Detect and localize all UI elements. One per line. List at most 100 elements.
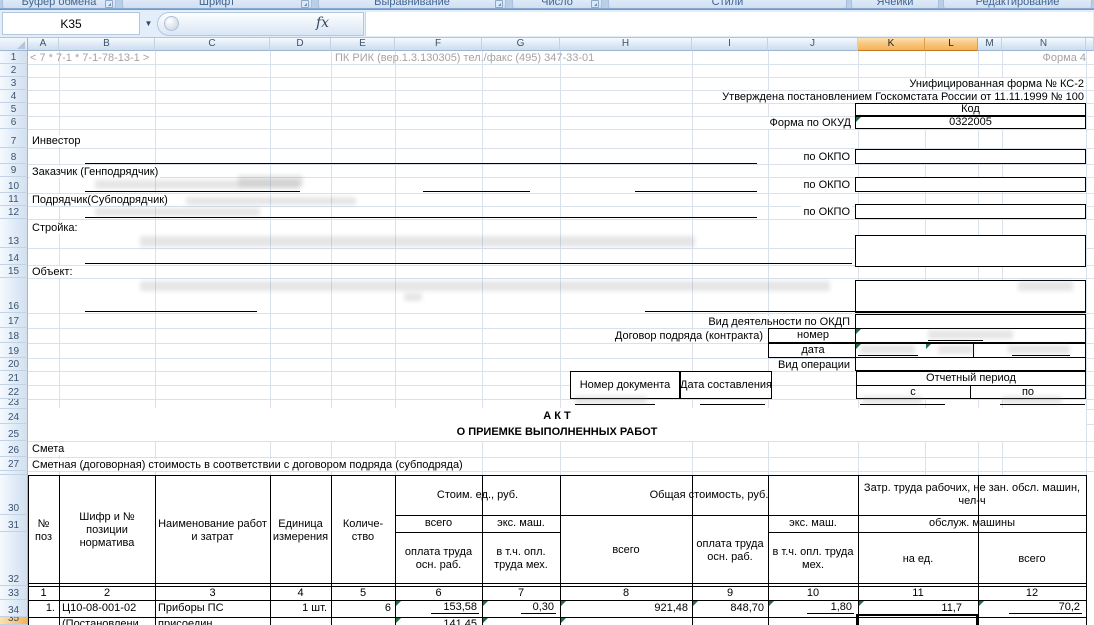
column-header-k[interactable]: K bbox=[858, 38, 925, 51]
cell-f35[interactable]: 141,45 bbox=[395, 618, 479, 625]
form-name-label[interactable]: Унифицированная форма № КС-2 bbox=[600, 78, 1086, 90]
row-header-25[interactable]: 25 bbox=[0, 424, 28, 441]
okud-value[interactable]: 0322005 bbox=[855, 116, 1086, 129]
row-header-18[interactable]: 18 bbox=[0, 328, 28, 343]
column-header-l[interactable]: L bbox=[925, 38, 978, 51]
investor-label[interactable]: Инвестор bbox=[30, 135, 83, 147]
okpo-label-3[interactable]: по ОКПО bbox=[752, 206, 852, 218]
akt-title[interactable]: А К Т bbox=[28, 409, 1086, 424]
cell-k34[interactable]: 11,7 bbox=[858, 602, 962, 614]
cell-n1-forma4[interactable]: Форма 4 bbox=[986, 52, 1086, 64]
th-vsego-mn[interactable]: всего bbox=[978, 532, 1086, 586]
okdp-label[interactable]: Вид деятельности по ОКДП bbox=[652, 316, 852, 328]
select-all-corner[interactable] bbox=[0, 38, 28, 51]
row-header-30[interactable]: 30 bbox=[0, 475, 28, 515]
th-oplata-i[interactable]: оплата труда осн. раб. bbox=[692, 515, 768, 586]
data-label[interactable]: дата bbox=[768, 343, 858, 358]
th-zatr[interactable]: Затр. труда рабочих, не зан. обсл. машин… bbox=[858, 475, 1086, 515]
row-header-27[interactable]: 27 bbox=[0, 457, 28, 471]
form-approved-label[interactable]: Утверждена постановлением Госкомстата Ро… bbox=[500, 91, 1086, 103]
row-header-13[interactable]: 13 bbox=[0, 219, 28, 248]
row-header-14[interactable]: 14 bbox=[0, 248, 28, 265]
data-sostavleniya-label[interactable]: Дата составления bbox=[680, 371, 772, 399]
table-column-number-2[interactable]: 2 bbox=[59, 586, 155, 600]
th-na-ed[interactable]: на ед. bbox=[858, 532, 978, 586]
row-header-11[interactable]: 11 bbox=[0, 193, 28, 206]
column-header-n[interactable]: N bbox=[1002, 38, 1086, 51]
row-header-1[interactable]: 1 bbox=[0, 51, 28, 64]
vid-operacii-label[interactable]: Вид операции bbox=[652, 359, 852, 371]
column-header-i[interactable]: I bbox=[692, 38, 768, 51]
th-shifr[interactable]: Шифр и № позиции норматива bbox=[59, 475, 155, 586]
dialog-launcher-icon[interactable] bbox=[301, 0, 309, 8]
okpo-label-2[interactable]: по ОКПО bbox=[752, 179, 852, 191]
dialog-launcher-icon[interactable] bbox=[591, 0, 599, 8]
table-column-number-3[interactable]: 3 bbox=[155, 586, 270, 600]
table-column-number-8[interactable]: 8 bbox=[560, 586, 692, 600]
column-header-j[interactable]: J bbox=[768, 38, 858, 51]
dialog-launcher-icon[interactable] bbox=[495, 0, 503, 8]
podryadchik-label[interactable]: Подрядчик(Субподрядчик) bbox=[30, 194, 170, 206]
zakazchik-label[interactable]: Заказчик (Генподрядчик) bbox=[30, 166, 161, 178]
smeta-label[interactable]: Смета bbox=[30, 443, 67, 455]
row-header-4[interactable]: 4 bbox=[0, 90, 28, 103]
th-vsego-f[interactable]: всего bbox=[395, 515, 482, 532]
cell-c34[interactable]: Приборы ПС bbox=[158, 602, 224, 614]
cell-i34[interactable]: 848,70 bbox=[692, 602, 764, 614]
row-header-6[interactable]: 6 bbox=[0, 116, 28, 129]
row-header-32[interactable]: 32 bbox=[0, 532, 28, 586]
cell-a1-code[interactable]: < 7 * 7-1 * 7-1-78-13-1 > bbox=[30, 52, 149, 64]
row-header-17[interactable]: 17 bbox=[0, 313, 28, 328]
obekt-label[interactable]: Объект: bbox=[30, 266, 75, 278]
formula-input[interactable] bbox=[365, 12, 1093, 36]
row-header-21[interactable]: 21 bbox=[0, 371, 28, 385]
row-header-20[interactable]: 20 bbox=[0, 358, 28, 371]
name-box[interactable]: K35 bbox=[2, 12, 140, 35]
table-column-number-5[interactable]: 5 bbox=[331, 586, 395, 600]
th-stoim-ed[interactable]: Стоим. ед., руб. bbox=[395, 475, 560, 515]
nomer-dokumenta-label[interactable]: Номер документа bbox=[570, 371, 680, 399]
th-obsluzh[interactable]: обслуж. машины bbox=[858, 515, 1086, 532]
th-eks-mash-g[interactable]: экс. маш. bbox=[482, 515, 560, 532]
th-oplata-f[interactable]: оплата труда осн. раб. bbox=[395, 532, 482, 586]
row-header-35[interactable]: 35 bbox=[0, 617, 28, 625]
cell-f34[interactable]: 153,58 bbox=[395, 601, 479, 614]
row-header-8[interactable]: 8 bbox=[0, 148, 28, 164]
row-header-22[interactable]: 22 bbox=[0, 385, 28, 399]
column-header-e[interactable]: E bbox=[331, 38, 395, 51]
nomer-label[interactable]: номер bbox=[768, 328, 858, 343]
kod-label[interactable]: Код bbox=[855, 103, 1086, 116]
column-header-d[interactable]: D bbox=[270, 38, 331, 51]
th-npos[interactable]: № поз bbox=[28, 475, 59, 586]
th-vtch-g[interactable]: в т.ч. опл. труда мех. bbox=[482, 532, 560, 586]
column-header-partial[interactable] bbox=[1086, 38, 1094, 51]
table-column-number-12[interactable]: 12 bbox=[978, 586, 1086, 600]
row-header-15[interactable]: 15 bbox=[0, 265, 28, 278]
row-header-34[interactable]: 34 bbox=[0, 600, 28, 617]
cell-a34[interactable]: 1. bbox=[28, 602, 55, 614]
row-header-2[interactable]: 2 bbox=[0, 64, 28, 77]
insert-function-button[interactable] bbox=[164, 16, 179, 31]
cell-h34[interactable]: 921,48 bbox=[560, 602, 688, 614]
dialog-launcher-icon[interactable] bbox=[105, 0, 113, 8]
table-column-number-10[interactable]: 10 bbox=[768, 586, 858, 600]
table-column-number-1[interactable]: 1 bbox=[28, 586, 59, 600]
th-vsego-h[interactable]: всего bbox=[560, 515, 692, 586]
cell-e34[interactable]: 6 bbox=[331, 602, 391, 614]
table-column-number-4[interactable]: 4 bbox=[270, 586, 331, 600]
column-header-c[interactable]: C bbox=[155, 38, 270, 51]
row-header-23[interactable]: 23 bbox=[0, 399, 28, 409]
table-column-number-6[interactable]: 6 bbox=[395, 586, 482, 600]
dogovor-label[interactable]: Договор подряда (контракта) bbox=[565, 330, 765, 342]
cell-m34[interactable]: 70,2 bbox=[978, 601, 1082, 614]
column-header-b[interactable]: B bbox=[59, 38, 155, 51]
cell-e1-program-info[interactable]: ПК РИК (вер.1.3.130305) тел./факс (495) … bbox=[335, 52, 594, 64]
fx-icon[interactable]: fx bbox=[316, 15, 329, 31]
column-header-a[interactable]: A bbox=[28, 38, 59, 51]
row-header-33[interactable]: 33 bbox=[0, 586, 28, 600]
akt-subtitle[interactable]: О ПРИЕМКЕ ВЫПОЛНЕННЫХ РАБОТ bbox=[28, 424, 1086, 440]
cell-b35[interactable]: (Постановлени bbox=[62, 618, 139, 625]
smetnaya-label[interactable]: Сметная (договорная) стоимость в соответ… bbox=[30, 459, 465, 471]
row-header-16[interactable]: 16 bbox=[0, 278, 28, 313]
otchetnyj-period-label[interactable]: Отчетный период bbox=[856, 371, 1086, 385]
